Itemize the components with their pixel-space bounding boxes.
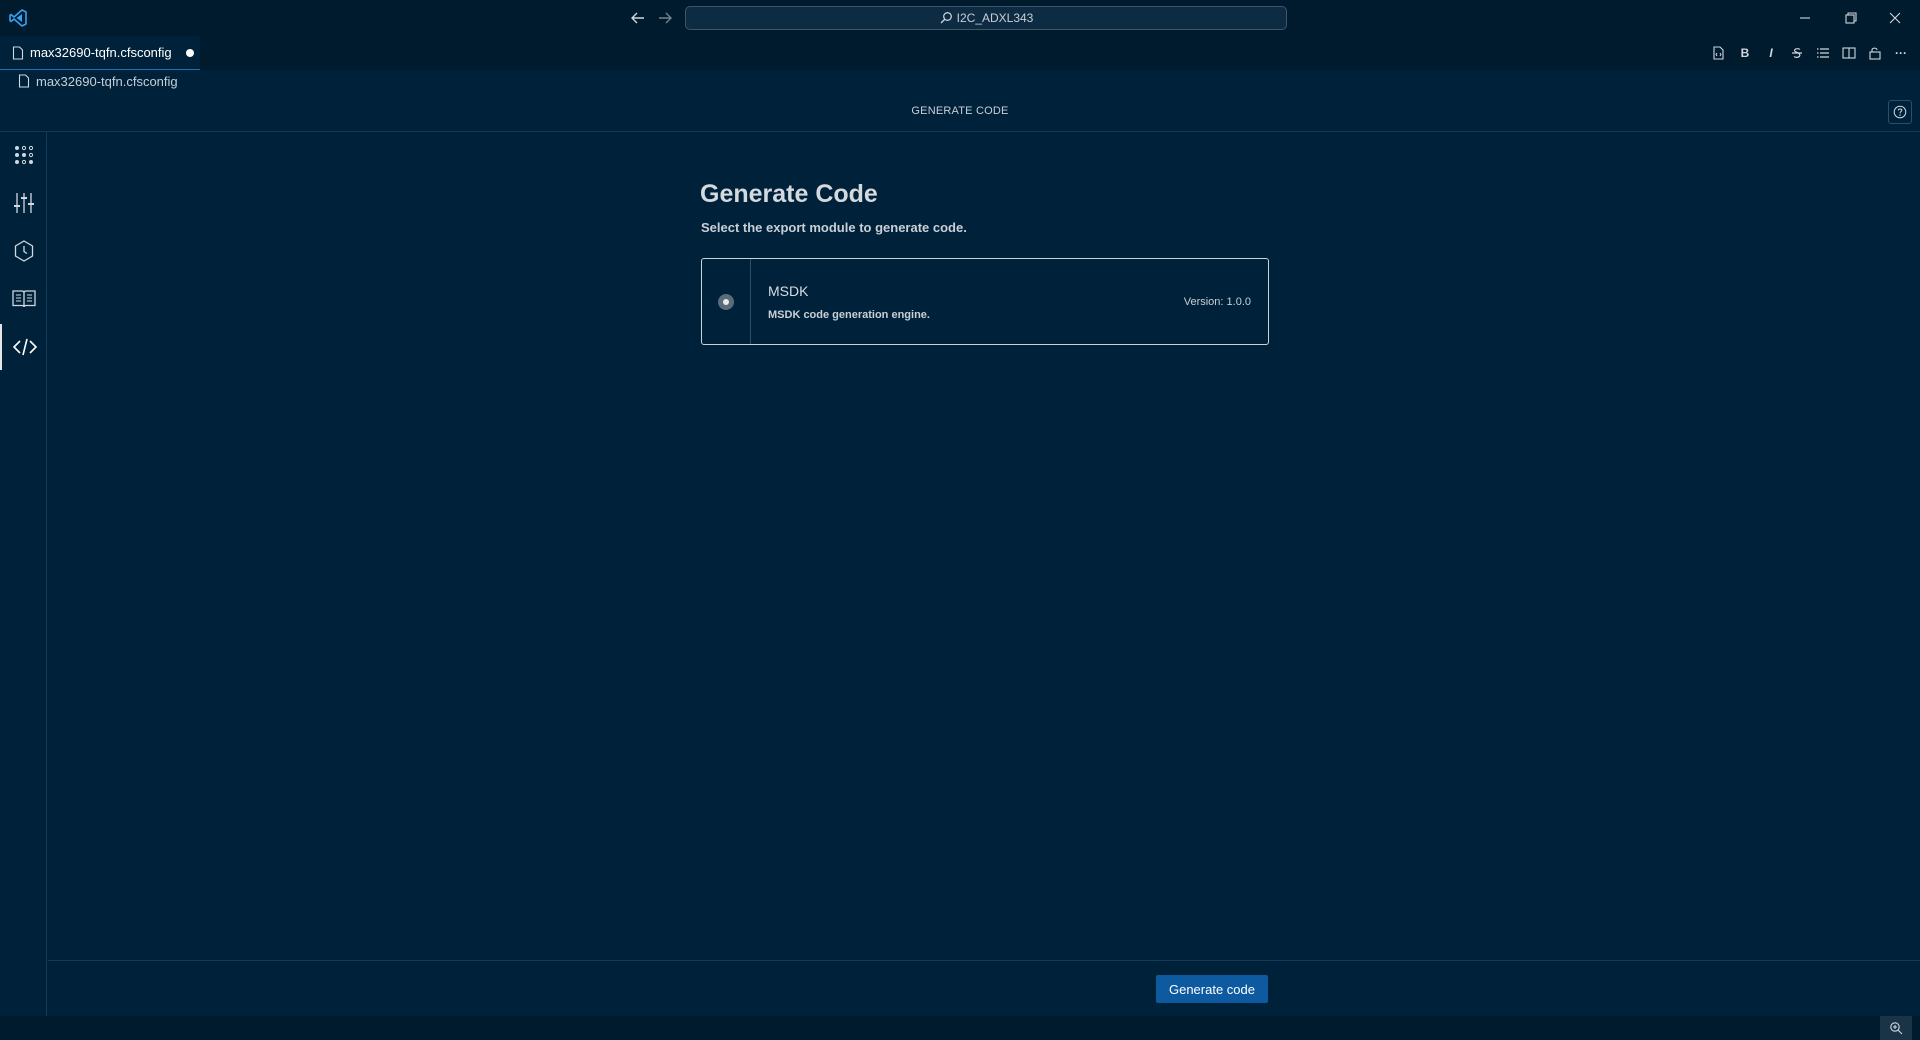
more-icon[interactable]: ··· xyxy=(1892,44,1910,62)
activity-rail xyxy=(0,132,47,1016)
help-button[interactable] xyxy=(1888,100,1912,124)
rail-item-clock[interactable] xyxy=(0,228,47,274)
status-bar xyxy=(0,1016,1920,1040)
help-icon xyxy=(1893,105,1907,119)
clock-icon xyxy=(14,240,33,262)
strikethrough-icon[interactable] xyxy=(1788,44,1806,62)
list-icon[interactable] xyxy=(1814,44,1832,62)
vscode-logo-icon xyxy=(9,9,27,27)
editor-actions: B I ··· xyxy=(1710,44,1910,62)
close-icon[interactable] xyxy=(1885,8,1905,28)
pinmux-icon xyxy=(14,145,33,165)
italic-icon[interactable]: I xyxy=(1762,44,1780,62)
tab-bar: max32690-tqfn.cfsconfig B I ··· xyxy=(0,36,1920,70)
tab-label: max32690-tqfn.cfsconfig xyxy=(30,45,172,60)
rail-item-memory[interactable] xyxy=(0,276,47,322)
unsaved-dot-icon[interactable] xyxy=(185,48,194,57)
page-header-title: GENERATE CODE xyxy=(911,105,1009,117)
command-center-text: I2C_ADXL343 xyxy=(956,11,1034,25)
page-title: Generate Code xyxy=(700,180,878,208)
zoom-in-icon xyxy=(1890,1022,1903,1035)
export-module-card[interactable]: MSDK MSDK code generation engine. Versio… xyxy=(701,258,1269,345)
breadcrumb: max32690-tqfn.cfsconfig xyxy=(0,70,1920,92)
module-description: MSDK code generation engine. xyxy=(768,309,930,321)
module-name: MSDK xyxy=(768,283,809,299)
search-icon xyxy=(940,12,952,24)
footer-bar xyxy=(48,960,1920,1016)
file-icon xyxy=(18,74,30,88)
lock-icon[interactable] xyxy=(1866,44,1884,62)
title-bar: I2C_ADXL343 xyxy=(0,0,1920,36)
breadcrumb-file[interactable]: max32690-tqfn.cfsconfig xyxy=(36,74,178,89)
radio-selected-dot xyxy=(723,298,729,305)
file-icon xyxy=(12,45,24,60)
command-center-search[interactable]: I2C_ADXL343 xyxy=(685,6,1287,30)
editor-tab[interactable]: max32690-tqfn.cfsconfig xyxy=(0,36,200,70)
zoom-button[interactable] xyxy=(1880,1016,1912,1040)
config-sliders-icon xyxy=(13,193,34,213)
generate-code-button[interactable]: Generate code xyxy=(1156,975,1268,1003)
code-icon xyxy=(12,338,37,356)
module-version: Version: 1.0.0 xyxy=(1183,296,1251,308)
bold-icon[interactable]: B xyxy=(1736,44,1754,62)
module-radio-cell xyxy=(702,259,751,344)
arrow-left-icon[interactable] xyxy=(629,9,647,27)
page-header: GENERATE CODE xyxy=(0,92,1920,132)
arrow-right-icon[interactable] xyxy=(656,9,674,27)
open-source-icon[interactable] xyxy=(1710,44,1728,62)
rail-item-code[interactable] xyxy=(0,324,47,370)
split-editor-icon[interactable] xyxy=(1840,44,1858,62)
rail-item-pinmux[interactable] xyxy=(0,132,47,178)
rail-item-config[interactable] xyxy=(0,180,47,226)
minimize-icon[interactable] xyxy=(1795,8,1815,28)
restore-icon[interactable] xyxy=(1841,8,1861,28)
memory-book-icon xyxy=(11,290,36,308)
module-radio[interactable] xyxy=(718,293,734,310)
page-subtitle: Select the export module to generate cod… xyxy=(701,220,967,235)
